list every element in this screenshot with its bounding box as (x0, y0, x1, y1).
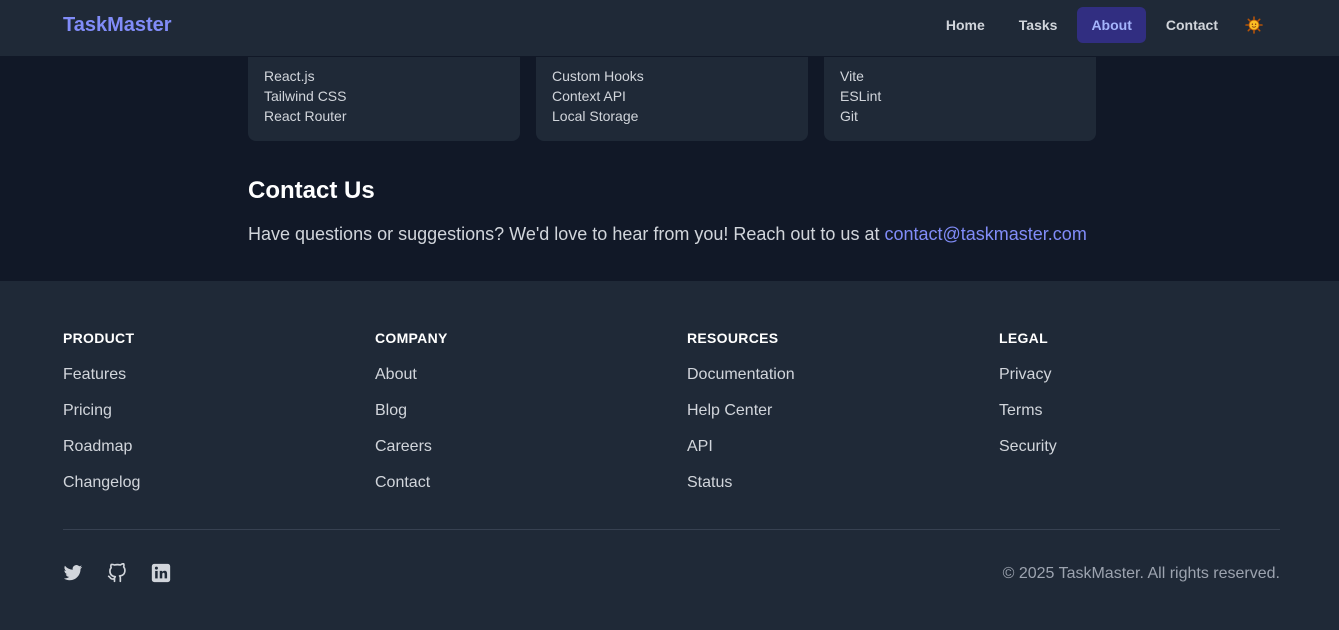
tech-item: Local Storage (552, 108, 639, 124)
footer-link[interactable]: Status (687, 474, 967, 510)
footer-link[interactable]: Blog (375, 402, 655, 438)
linkedin-icon[interactable] (151, 563, 171, 583)
footer-link[interactable]: Pricing (63, 402, 343, 438)
contact-text: Have questions or suggestions? We'd love… (248, 224, 1087, 245)
footer-link[interactable]: Contact (375, 474, 655, 510)
footer-link[interactable]: Careers (375, 438, 655, 474)
footer-heading: LEGAL (999, 330, 1048, 346)
footer-divider (63, 529, 1280, 530)
footer-link[interactable]: Documentation (687, 366, 967, 402)
tech-card-tooling: Vite ESLint Git (824, 57, 1096, 141)
footer-link[interactable]: About (375, 366, 655, 402)
github-icon[interactable] (107, 563, 127, 583)
tech-item: Vite (840, 68, 864, 84)
nav-tasks[interactable]: Tasks (1005, 7, 1072, 43)
footer-link[interactable]: Privacy (999, 366, 1279, 402)
footer-link[interactable]: Terms (999, 402, 1279, 438)
tech-card-frontend: React.js Tailwind CSS React Router (248, 57, 520, 141)
tech-item: ESLint (840, 88, 882, 104)
about-main: React.js Tailwind CSS React Router Custo… (0, 57, 1339, 281)
top-navbar: TaskMaster Home Tasks About Contact (0, 0, 1339, 57)
theme-toggle-button[interactable] (1238, 7, 1270, 43)
footer-heading: PRODUCT (63, 330, 135, 346)
tech-item: Context API (552, 88, 626, 104)
footer-col-company: COMPANY About Blog Careers Contact (375, 330, 655, 510)
footer-heading: COMPANY (375, 330, 448, 346)
contact-heading: Contact Us (248, 177, 375, 204)
nav-contact[interactable]: Contact (1152, 7, 1232, 43)
tech-item: React.js (264, 68, 315, 84)
brand-logo[interactable]: TaskMaster (63, 14, 172, 37)
copyright-text: © 2025 TaskMaster. All rights reserved. (1002, 565, 1280, 582)
contact-email-link[interactable]: contact@taskmaster.com (884, 224, 1086, 244)
twitter-icon[interactable] (63, 563, 83, 583)
tech-item: Git (840, 108, 858, 124)
footer-link[interactable]: Features (63, 366, 343, 402)
tech-item: Custom Hooks (552, 68, 644, 84)
tech-stack-cards: React.js Tailwind CSS React Router Custo… (248, 57, 1096, 141)
footer-link[interactable]: Changelog (63, 474, 343, 510)
footer-col-resources: RESOURCES Documentation Help Center API … (687, 330, 967, 510)
nav-links: Home Tasks About Contact (932, 7, 1270, 43)
footer-col-product: PRODUCT Features Pricing Roadmap Changel… (63, 330, 343, 510)
footer-heading: RESOURCES (687, 330, 779, 346)
footer-col-legal: LEGAL Privacy Terms Security (999, 330, 1279, 474)
contact-message: Have questions or suggestions? We'd love… (248, 224, 885, 244)
tech-card-state: Custom Hooks Context API Local Storage (536, 57, 808, 141)
footer-link[interactable]: Security (999, 438, 1279, 474)
nav-about[interactable]: About (1077, 7, 1146, 43)
footer-link[interactable]: API (687, 438, 967, 474)
sun-icon (1245, 16, 1263, 34)
footer-link[interactable]: Help Center (687, 402, 967, 438)
tech-item: React Router (264, 108, 347, 124)
footer-link[interactable]: Roadmap (63, 438, 343, 474)
social-links (63, 563, 171, 583)
nav-home[interactable]: Home (932, 7, 999, 43)
tech-item: Tailwind CSS (264, 88, 347, 104)
site-footer: PRODUCT Features Pricing Roadmap Changel… (0, 281, 1339, 630)
